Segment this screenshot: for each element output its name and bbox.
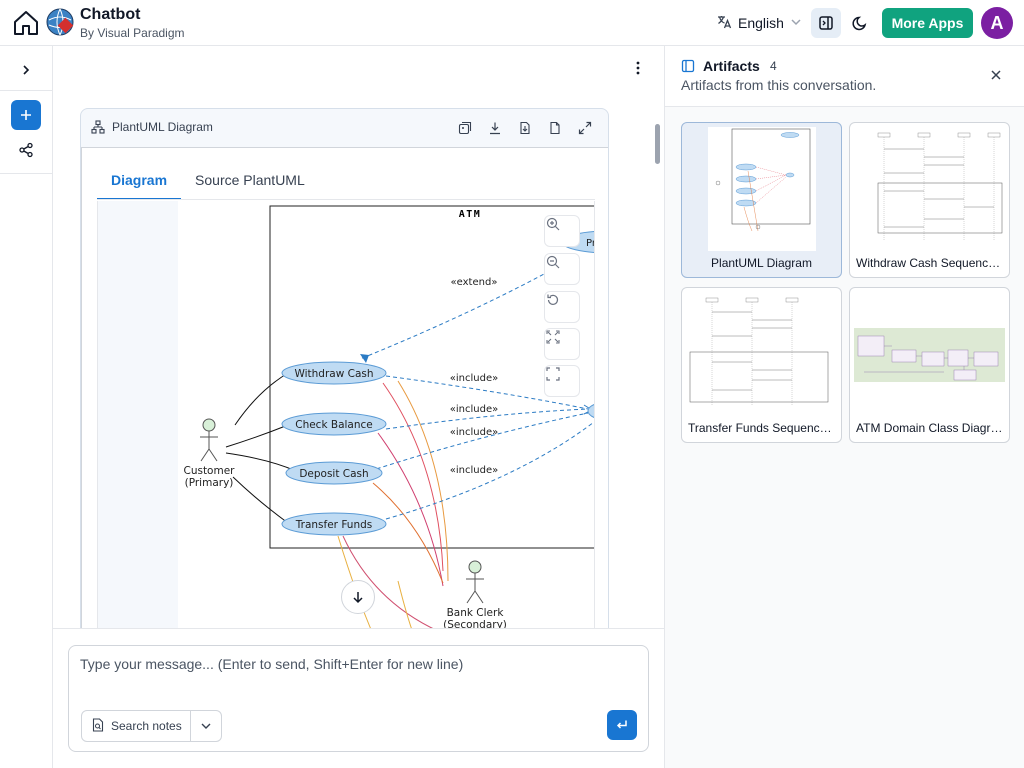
divider xyxy=(0,173,53,174)
artifact-preview xyxy=(686,292,837,416)
use-case-label: Transfer Funds xyxy=(295,519,372,531)
card-title: PlantUML Diagram xyxy=(112,120,213,134)
artifact-preview xyxy=(686,127,837,251)
top-bar: Chatbot By Visual Paradigm English More … xyxy=(0,0,1024,46)
use-case-label: Deposit Cash xyxy=(299,468,368,480)
artifact-label: Transfer Funds Sequence Diagram xyxy=(688,421,841,435)
expand-icon[interactable] xyxy=(576,119,594,137)
scroll-down-icon[interactable] xyxy=(341,580,375,614)
artifact-thumb-transfer-funds[interactable]: Transfer Funds Sequence Diagram xyxy=(681,287,842,443)
divider xyxy=(97,199,595,200)
home-icon[interactable] xyxy=(11,8,41,38)
language-selector[interactable]: English xyxy=(716,12,802,34)
plus-icon xyxy=(21,110,31,120)
new-chat-button[interactable] xyxy=(11,100,41,130)
artifacts-panel: Artifacts 4 Artifacts from this conversa… xyxy=(664,46,1024,768)
chevron-down-icon xyxy=(790,15,802,31)
side-panel-toggle-icon[interactable] xyxy=(811,8,841,38)
message-composer: Search notes xyxy=(68,645,649,752)
tab-source-plantuml[interactable]: Source PlantUML xyxy=(181,170,319,200)
download-icon[interactable] xyxy=(486,119,504,137)
zoom-out-icon[interactable] xyxy=(544,253,580,285)
include-label: «include» xyxy=(450,427,498,438)
copy-image-icon[interactable] xyxy=(456,119,474,137)
close-icon[interactable] xyxy=(987,66,1005,84)
include-label: «include» xyxy=(450,404,498,415)
chevron-right-icon[interactable] xyxy=(14,58,38,82)
artifact-thumb-domain-class[interactable]: ATM Domain Class Diagram xyxy=(849,287,1010,443)
diagram-panel: Diagram Source PlantUML ATM «extend» «in… xyxy=(81,147,608,707)
translate-icon xyxy=(716,14,732,33)
chatbot-logo xyxy=(46,8,74,36)
chat-area: PlantUML Diagram Diagram Source PlantUML xyxy=(53,46,664,768)
system-title: ATM xyxy=(459,209,482,220)
diagram-icon xyxy=(91,120,105,139)
extend-label: «extend» xyxy=(451,277,498,288)
more-vertical-icon[interactable] xyxy=(630,58,646,78)
artifacts-subtitle: Artifacts from this conversation. xyxy=(681,77,877,93)
actor-label: (Primary) xyxy=(185,477,234,489)
more-apps-button[interactable]: More Apps xyxy=(882,8,973,38)
actor-bank-clerk xyxy=(466,560,484,604)
artifacts-header: Artifacts 4 Artifacts from this conversa… xyxy=(665,46,1024,107)
tab-diagram[interactable]: Diagram xyxy=(97,170,182,200)
avatar[interactable]: A xyxy=(981,7,1013,39)
actor-customer xyxy=(200,418,218,462)
message-input[interactable] xyxy=(80,656,635,696)
artifacts-title: Artifacts xyxy=(703,58,760,74)
artifact-label: ATM Domain Class Diagram xyxy=(856,421,1008,435)
scrollbar[interactable] xyxy=(655,124,660,164)
language-label: English xyxy=(738,15,784,31)
panel-icon xyxy=(681,59,695,78)
app-title: Chatbot xyxy=(80,6,141,23)
left-rail xyxy=(0,46,53,768)
search-notes-control: Search notes xyxy=(81,710,222,742)
chevron-down-icon[interactable] xyxy=(191,711,221,741)
use-case-label: Check Balance xyxy=(295,419,373,431)
app-subtitle: By Visual Paradigm xyxy=(80,26,185,40)
tab-bar: Diagram Source PlantUML xyxy=(97,170,319,200)
use-case-label: Withdraw Cash xyxy=(294,368,373,380)
plantuml-artifact-card: PlantUML Diagram Diagram Source PlantUML xyxy=(80,108,609,708)
search-notes-label: Search notes xyxy=(111,719,182,733)
artifact-label: Withdraw Cash Sequence Diagram xyxy=(856,256,1009,270)
file-icon[interactable] xyxy=(546,119,564,137)
use-case-partial-label: Prin xyxy=(586,238,595,249)
artifacts-count: 4 xyxy=(770,59,777,73)
composer-area: Search notes xyxy=(53,628,664,768)
fullscreen-icon[interactable] xyxy=(544,365,580,397)
enter-icon xyxy=(616,720,627,729)
moon-icon[interactable] xyxy=(846,8,874,38)
notes-search-icon xyxy=(92,717,104,735)
artifact-thumb-withdraw-cash[interactable]: Withdraw Cash Sequence Diagram xyxy=(849,122,1010,278)
zoom-in-icon[interactable] xyxy=(544,215,580,247)
artifact-preview xyxy=(854,127,1005,251)
send-button[interactable] xyxy=(607,710,637,740)
download-file-icon[interactable] xyxy=(516,119,534,137)
actor-label: Customer xyxy=(183,465,235,477)
reset-icon[interactable] xyxy=(544,291,580,323)
artifact-preview xyxy=(854,292,1005,416)
actor-label: Bank Clerk xyxy=(447,607,505,619)
include-label: «include» xyxy=(450,373,498,384)
fit-icon[interactable] xyxy=(544,328,580,360)
artifact-thumb-plantuml[interactable]: PlantUML Diagram xyxy=(681,122,842,278)
card-header: PlantUML Diagram xyxy=(81,109,608,145)
share-icon[interactable] xyxy=(14,138,38,162)
include-label: «include» xyxy=(450,465,498,476)
search-notes-button[interactable]: Search notes xyxy=(82,711,192,741)
divider xyxy=(0,90,53,91)
artifact-label: PlantUML Diagram xyxy=(711,256,812,270)
